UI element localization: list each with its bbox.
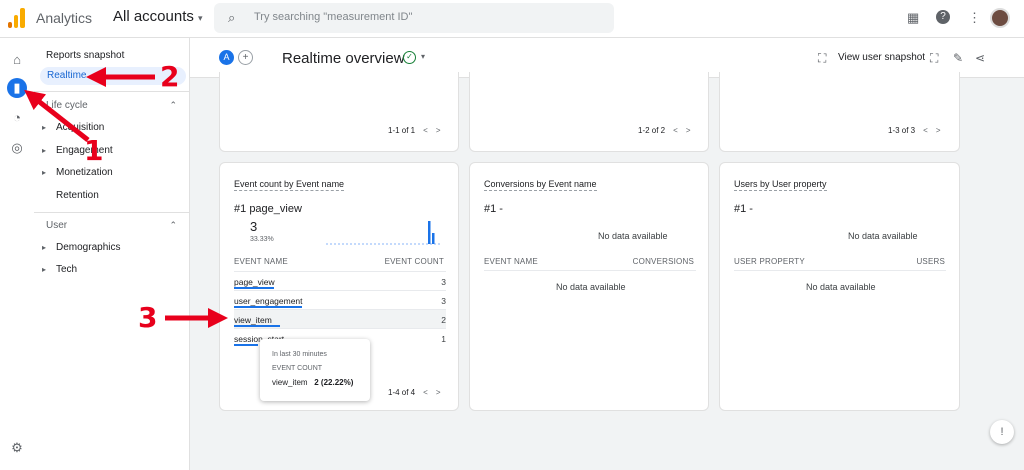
- annotation-overlay: [24, 67, 228, 328]
- annotation-arrow-1: [24, 89, 90, 142]
- annotation-number-2: 2: [160, 60, 180, 93]
- annotation-number-1: 1: [84, 134, 104, 167]
- annotation-number-3: 3: [138, 301, 158, 334]
